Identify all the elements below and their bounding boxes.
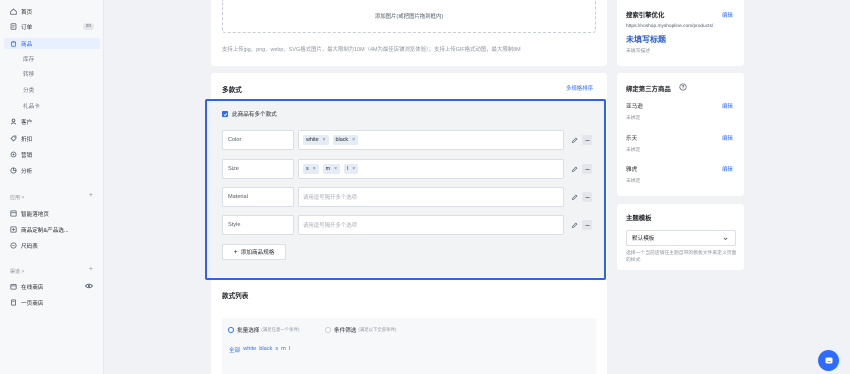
apps-section-title[interactable]: 应用 > [10, 194, 24, 201]
sidebar-item-marketing[interactable]: 营销 [4, 149, 100, 160]
seo-title: 搜索引擎优化 [626, 12, 665, 19]
sidebar-item-transfers[interactable]: 转移 [4, 68, 100, 79]
discount-icon [10, 135, 17, 142]
quick-select-m[interactable]: m [281, 346, 286, 354]
quick-select-all[interactable]: 全部 [229, 346, 240, 354]
seo-url: https://noshop.myshopline.com/products/ [626, 24, 714, 29]
sidebar-item-customers[interactable]: 客户 [4, 116, 100, 127]
chevron-down-icon [722, 235, 729, 244]
quick-select-white[interactable]: white [243, 346, 256, 354]
order-icon [10, 23, 17, 30]
sidebar-item-discounts[interactable]: 折扣 [4, 133, 100, 144]
yahoo-label: 雅虎 [626, 167, 638, 173]
theme-select[interactable]: 默认模板 [626, 230, 736, 246]
sidebar-item-label: 礼品卡 [23, 103, 40, 110]
channels-section-title[interactable]: 渠道 > [10, 268, 24, 275]
sidebar-item-label: 营销 [21, 152, 33, 159]
sidebar-item-orders[interactable]: 订单 20 [4, 21, 100, 32]
variants-title: 多款式 [222, 87, 242, 94]
sidebar-item-label: 分析 [21, 168, 33, 175]
sidebar-item-analytics[interactable]: 分析 [4, 165, 100, 176]
sidebar-item-categories[interactable]: 分类 [4, 84, 100, 95]
sidebar-item-label: 客户 [21, 119, 33, 126]
condition-filter-radio[interactable]: 条件筛选 (满足以下全部条件) [325, 326, 396, 334]
upload-hint: 支持上传jpg、png、webp、SVG格式图片，最大限制为10M（4M为最佳店… [222, 47, 521, 53]
yahoo-edit-link[interactable]: 编辑 [722, 165, 733, 173]
landing-page-icon [10, 210, 17, 217]
radio-unselected[interactable] [325, 327, 331, 333]
sidebar-channel-one-page[interactable]: 一页商店 [4, 297, 100, 308]
theme-description: 选择一个当前店铺在主题自带的模板文件来定义页面的样式 [626, 251, 737, 263]
analytics-icon [10, 167, 17, 174]
chat-support-button[interactable] [818, 350, 839, 371]
sidebar-item-label: 库存 [23, 56, 35, 63]
radio-selected[interactable] [228, 327, 234, 333]
sidebar-item-label: 订单 [21, 24, 33, 31]
home-icon [10, 8, 17, 15]
sidebar-item-label: 商品定制&产品选... [21, 227, 69, 234]
sidebar-item-label: 转移 [23, 71, 35, 78]
seo-headline: 未填写标题 [626, 35, 666, 44]
variant-sort-link[interactable]: 多规格排序 [566, 84, 593, 92]
eye-icon[interactable] [84, 283, 94, 291]
sidebar-item-inventory[interactable]: 库存 [4, 53, 100, 64]
sidebar-item-label: 分类 [23, 87, 35, 94]
sidebar-channel-online-store[interactable]: 在线商店 [4, 281, 100, 292]
sidebar: 首页 订单 20 商品 库存 转移 分类 礼品卡 客户 折扣 营销 分析 应用 … [0, 0, 104, 374]
customer-icon [10, 118, 17, 125]
customization-icon [10, 226, 17, 233]
sidebar-item-products[interactable]: 商品 [4, 38, 100, 49]
sidebar-item-label: 商品 [21, 41, 33, 48]
sidebar-item-label: 智能落地页 [21, 211, 49, 218]
size-chart-icon [10, 242, 17, 249]
sidebar-item-label: 一页商店 [21, 300, 44, 307]
marketing-icon [10, 151, 17, 158]
amazon-edit-link[interactable]: 编辑 [722, 102, 733, 110]
sidebar-item-gift-cards[interactable]: 礼品卡 [4, 100, 100, 111]
seo-edit-link[interactable]: 编辑 [722, 11, 733, 19]
quick-select-s[interactable]: s [275, 346, 278, 354]
sidebar-app-size-chart[interactable]: 尺码表 [4, 240, 100, 251]
batch-select-radio[interactable]: 批量选择 (满足任意一个条件) [228, 326, 299, 334]
product-icon [10, 40, 17, 47]
sidebar-item-label: 尺码表 [21, 243, 38, 250]
store-icon [10, 283, 17, 290]
add-channel-icon[interactable]: + [89, 266, 93, 273]
sidebar-app-landing[interactable]: 智能落地页 [4, 208, 100, 219]
sidebar-item-label: 折扣 [21, 136, 33, 143]
rakuten-status: 未绑定 [626, 148, 641, 153]
quick-select-l[interactable]: l [289, 346, 290, 354]
sidebar-item-home[interactable]: 首页 [4, 6, 100, 17]
theme-title: 主题模板 [626, 215, 652, 222]
amazon-status: 未绑定 [626, 116, 641, 121]
sidebar-app-customization[interactable]: 商品定制&产品选... [4, 224, 100, 235]
seo-description: 未填写描述 [626, 49, 650, 54]
upload-label: 添加图片(或把图片拖到框内) [374, 14, 444, 20]
variant-list-title: 款式列表 [222, 293, 249, 300]
rakuten-label: 乐天 [626, 136, 638, 142]
help-icon[interactable] [679, 83, 687, 93]
sidebar-item-label: 首页 [21, 9, 33, 16]
quick-select-black[interactable]: black [259, 346, 272, 354]
amazon-label: 亚马逊 [626, 104, 643, 110]
third-party-title: 绑定第三方商品 [626, 86, 671, 93]
one-page-shop-icon [10, 299, 17, 306]
chat-icon [825, 357, 832, 363]
variant-options-highlight [205, 99, 606, 280]
image-upload-dropzone[interactable]: 添加图片(或把图片拖到框内) [222, 0, 596, 33]
sidebar-item-label: 在线商店 [21, 284, 44, 291]
order-count-badge: 20 [82, 23, 94, 30]
yahoo-status: 未绑定 [626, 179, 641, 184]
add-app-icon[interactable]: + [89, 192, 93, 199]
rakuten-edit-link[interactable]: 编辑 [722, 134, 733, 142]
quick-select-links: 全部 white black s m l [229, 346, 293, 354]
